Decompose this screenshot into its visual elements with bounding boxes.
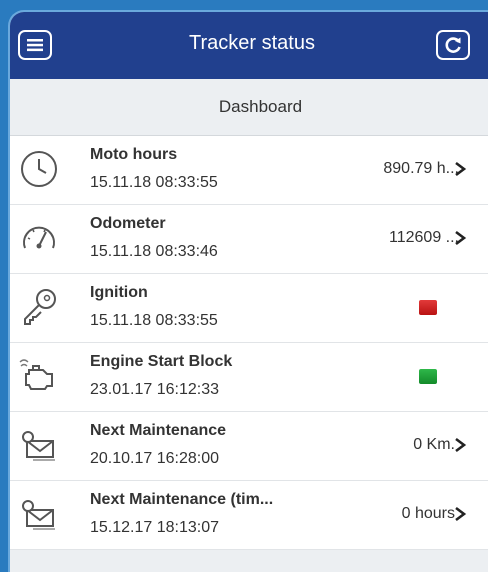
list-item[interactable]: Moto hours 15.11.18 08:33:55 890.79 h... xyxy=(10,136,488,205)
row-name: Next Maintenance (tim... xyxy=(90,491,274,508)
row-name: Moto hours xyxy=(90,146,178,163)
speedometer-icon xyxy=(18,217,60,259)
dashboard-heading: Dashboard xyxy=(10,79,488,136)
chevron-right-icon[interactable] xyxy=(453,161,467,177)
maintenance-icon xyxy=(18,424,60,466)
chevron-right-icon[interactable] xyxy=(453,506,467,522)
maintenance-icon xyxy=(18,493,60,535)
row-timestamp: 15.11.18 08:33:55 xyxy=(90,312,218,329)
row-timestamp: 15.12.17 18:13:07 xyxy=(90,519,220,536)
status-list: Moto hours 15.11.18 08:33:55 890.79 h...… xyxy=(10,136,488,550)
chevron-right-icon[interactable] xyxy=(453,230,467,246)
row-value: 0 hours xyxy=(401,505,455,522)
key-icon xyxy=(18,286,60,328)
refresh-icon xyxy=(445,37,461,53)
row-timestamp: 23.01.17 16:12:33 xyxy=(90,381,220,398)
row-name: Engine Start Block xyxy=(90,353,233,370)
page-title: Tracker status xyxy=(189,32,315,54)
row-value: 890.79 h... xyxy=(383,160,459,177)
list-item[interactable]: Odometer 15.11.18 08:33:46 112609 ... xyxy=(10,205,488,274)
list-item[interactable]: Next Maintenance 20.10.17 16:28:00 0 Km. xyxy=(10,412,488,481)
app-frame: Tracker status Dashboard Moto hours 15.1… xyxy=(10,12,488,572)
row-timestamp: 20.10.17 16:28:00 xyxy=(90,450,220,467)
list-item[interactable]: Ignition 15.11.18 08:33:55 xyxy=(10,274,488,343)
clock-icon xyxy=(18,148,60,190)
row-name: Ignition xyxy=(90,284,148,301)
row-value: 112609 ... xyxy=(389,229,459,246)
row-value: 0 Km. xyxy=(413,436,455,453)
refresh-button[interactable] xyxy=(436,30,470,60)
row-name: Next Maintenance xyxy=(90,422,227,439)
row-timestamp: 15.11.18 08:33:46 xyxy=(90,243,218,260)
chevron-right-icon[interactable] xyxy=(453,437,467,453)
engine-icon xyxy=(18,355,60,397)
status-indicator-green xyxy=(419,369,437,384)
list-item[interactable]: Engine Start Block 23.01.17 16:12:33 xyxy=(10,343,488,412)
status-indicator-red xyxy=(419,300,437,315)
top-bar: Tracker status xyxy=(10,12,488,79)
list-item[interactable]: Next Maintenance (tim... 15.12.17 18:13:… xyxy=(10,481,488,550)
row-timestamp: 15.11.18 08:33:55 xyxy=(90,174,218,191)
row-name: Odometer xyxy=(90,215,166,232)
